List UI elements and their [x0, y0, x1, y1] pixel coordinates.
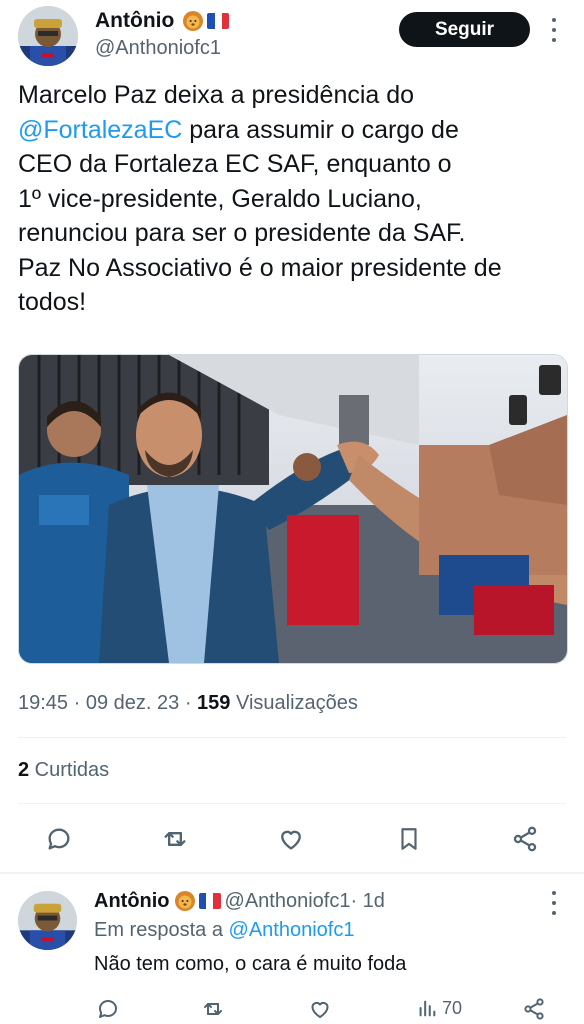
meta-separator: ·: [68, 692, 86, 714]
bookmark-icon[interactable]: [396, 824, 422, 854]
reply-views-count: 70: [442, 997, 463, 1018]
reply-views-stat[interactable]: 70: [416, 997, 462, 1019]
reply-like-icon[interactable]: [308, 997, 332, 1021]
retweet-icon[interactable]: [160, 825, 190, 853]
follow-button[interactable]: Seguir: [399, 12, 530, 47]
reply-author-handle[interactable]: @Anthoniofc1: [225, 888, 351, 914]
retweets-count: 2: [18, 759, 30, 781]
reply-time[interactable]: · 1d: [350, 888, 384, 914]
mention-link[interactable]: @FortalezaEC: [18, 116, 182, 144]
reply-to-mention[interactable]: @Anthoniofc1: [229, 919, 355, 941]
share-icon[interactable]: [511, 825, 539, 853]
reply-to-prefix: Em resposta a: [94, 919, 229, 941]
tweet-date[interactable]: 09 dez. 23: [86, 692, 179, 714]
author-handle[interactable]: @Anthoniofc1: [95, 35, 221, 61]
reply-reply-icon[interactable]: [96, 997, 120, 1021]
retweets-stat[interactable]: 2 Curtidas: [18, 759, 109, 782]
reply-to-line: Em resposta a @Anthoniofc1: [94, 919, 354, 942]
tweet-detail-page: Antônio @Anthoniofc1 Seguir Marcelo Paz …: [0, 0, 584, 1024]
views-count: 159: [197, 692, 231, 714]
tweet-text: Marcelo Paz deixa a presidência do @Fort…: [18, 78, 574, 320]
meta-separator: ·: [179, 692, 198, 714]
author-avatar[interactable]: [18, 6, 78, 66]
reply-text: Não tem como, o cara é muito foda: [94, 953, 407, 975]
lion-emoji-icon: [183, 11, 204, 31]
reply-author-avatar[interactable]: [18, 891, 77, 950]
author-badges: [182, 10, 230, 32]
tweet-text-part-2: para assumir o cargo de CEO da Fortaleza…: [18, 115, 502, 317]
france-flag-icon: [207, 13, 230, 29]
lion-emoji-icon: [174, 891, 195, 911]
france-flag-icon: [198, 893, 221, 909]
section-divider: [0, 872, 584, 874]
author-display-name[interactable]: Antônio: [95, 8, 174, 34]
tweet-meta: 19:45 · 09 dez. 23 · 159 Visualizações: [18, 692, 358, 715]
reply-more-options-icon[interactable]: [546, 891, 562, 915]
reply-retweet-icon[interactable]: [200, 997, 226, 1021]
tweet-photo[interactable]: [18, 354, 568, 664]
reply-header: Antônio @Anthoniofc1 · 1d: [94, 888, 385, 914]
reply-icon[interactable]: [45, 825, 73, 853]
reply-author-name[interactable]: Antônio: [94, 888, 170, 914]
views-label: Visualizações: [230, 692, 358, 714]
views-icon: [419, 1000, 436, 1017]
like-icon[interactable]: [277, 825, 305, 853]
more-options-icon[interactable]: [546, 18, 562, 42]
divider: [18, 737, 566, 738]
tweet-time[interactable]: 19:45: [18, 692, 68, 714]
divider: [18, 803, 566, 804]
retweets-label: Curtidas: [29, 759, 110, 781]
reply-share-icon[interactable]: [522, 997, 546, 1021]
author-display-name-row[interactable]: Antônio: [95, 8, 230, 34]
reply-author-badges: [174, 890, 221, 912]
tweet-text-part-1: Marcelo Paz deixa a presidência do: [18, 81, 415, 109]
